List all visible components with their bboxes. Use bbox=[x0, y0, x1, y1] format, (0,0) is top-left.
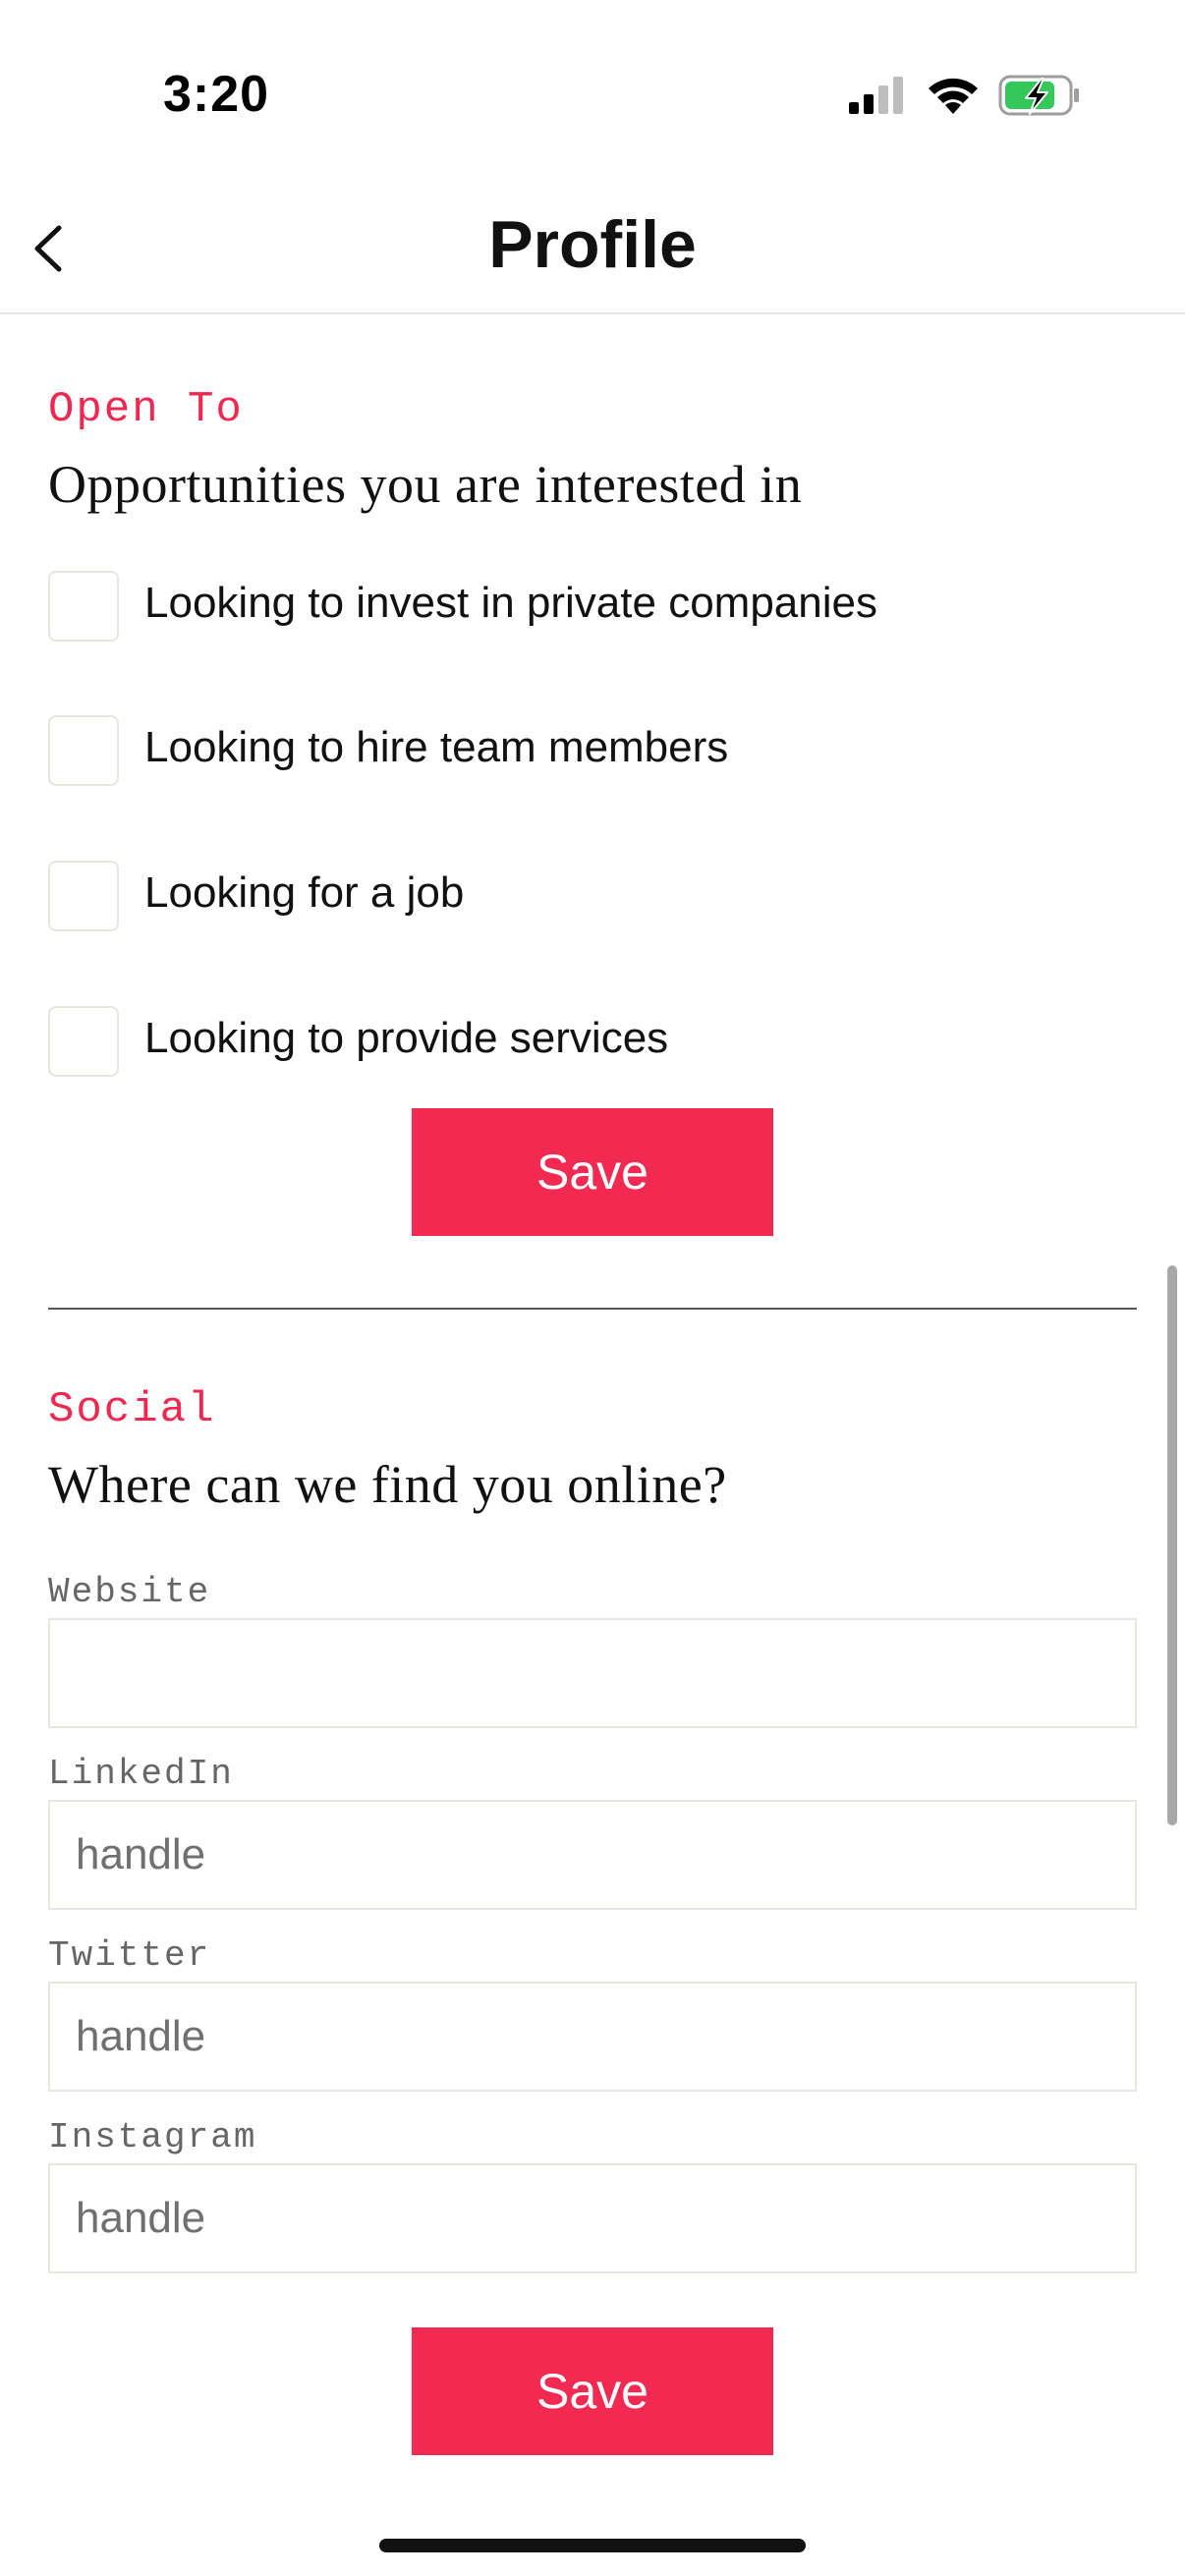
page-title: Profile bbox=[488, 207, 697, 282]
status-time: 3:20 bbox=[163, 66, 270, 123]
option-invest[interactable]: Looking to invest in private companies bbox=[48, 571, 1129, 644]
option-services[interactable]: Looking to provide services bbox=[48, 1006, 1129, 1079]
option-hire[interactable]: Looking to hire team members bbox=[48, 715, 1129, 788]
signal-icon bbox=[849, 77, 903, 114]
scrollbar[interactable] bbox=[1167, 1265, 1177, 1825]
checkbox[interactable] bbox=[48, 715, 119, 786]
twitter-input[interactable] bbox=[48, 1982, 1137, 2092]
linkedin-label: LinkedIn bbox=[48, 1754, 234, 1794]
section-divider bbox=[48, 1308, 1137, 1310]
instagram-input[interactable] bbox=[48, 2163, 1137, 2273]
website-label: Website bbox=[48, 1572, 211, 1612]
open-to-save-button[interactable]: Save bbox=[412, 1108, 773, 1236]
social-save-button[interactable]: Save bbox=[412, 2327, 773, 2455]
checkbox[interactable] bbox=[48, 1006, 119, 1077]
battery-charging-icon bbox=[998, 75, 1079, 116]
option-label: Looking for a job bbox=[144, 868, 465, 917]
option-label: Looking to hire team members bbox=[144, 723, 729, 771]
open-to-heading: Opportunities you are interested in bbox=[48, 455, 803, 514]
website-input[interactable] bbox=[48, 1618, 1137, 1728]
instagram-label: Instagram bbox=[48, 2117, 257, 2157]
option-job[interactable]: Looking for a job bbox=[48, 861, 1129, 933]
linkedin-input[interactable] bbox=[48, 1800, 1137, 1910]
option-label: Looking to provide services bbox=[144, 1014, 669, 1062]
nav-header: Profile bbox=[0, 187, 1185, 314]
social-heading: Where can we find you online? bbox=[48, 1455, 727, 1514]
wifi-icon bbox=[929, 78, 978, 114]
status-bar: 3:20 bbox=[0, 0, 1185, 187]
checkbox[interactable] bbox=[48, 861, 119, 931]
checkbox[interactable] bbox=[48, 571, 119, 642]
social-section-label: Social bbox=[48, 1385, 216, 1434]
home-indicator[interactable] bbox=[379, 2539, 806, 2552]
open-to-section-label: Open To bbox=[48, 385, 244, 434]
twitter-label: Twitter bbox=[48, 1935, 211, 1976]
option-label: Looking to invest in private companies bbox=[144, 579, 877, 627]
